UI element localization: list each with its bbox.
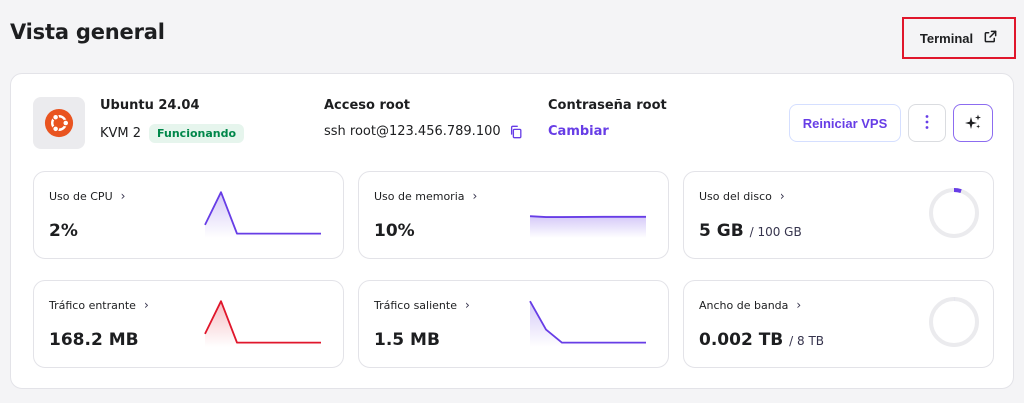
kebab-menu-icon: [925, 114, 929, 133]
ai-assistant-button[interactable]: [953, 104, 993, 142]
root-password-label: Contraseña root: [548, 98, 667, 113]
copy-icon[interactable]: [509, 125, 523, 139]
bandwidth-value-row: 0.002 TB / 8 TB: [699, 330, 824, 350]
plan-name: KVM 2: [100, 126, 142, 141]
sparkline-area: [530, 216, 646, 238]
status-badge: Funcionando: [149, 124, 245, 143]
root-access-label: Acceso root: [324, 98, 410, 113]
inbound-sparkline: [204, 300, 321, 347]
external-link-icon: [983, 29, 998, 47]
change-password-link[interactable]: Cambiar: [548, 124, 609, 139]
chevron-right-icon: ›: [779, 189, 785, 203]
memory-usage-label: Uso de memoria: [374, 189, 465, 203]
bandwidth-card[interactable]: Ancho de banda › 0.002 TB / 8 TB: [683, 280, 994, 368]
chevron-right-icon: ›: [472, 189, 478, 203]
inbound-traffic-card[interactable]: Tráfico entrante › 168.2 MB: [33, 280, 344, 368]
inbound-traffic-label-row: Tráfico entrante ›: [49, 298, 149, 312]
disk-usage-label: Uso del disco: [699, 189, 772, 203]
sparkles-icon: [964, 113, 982, 134]
bandwidth-ring: [929, 297, 979, 347]
chevron-right-icon: ›: [143, 298, 149, 312]
server-overview-card: Ubuntu 24.04 KVM 2 Funcionando Acceso ro…: [10, 73, 1014, 389]
outbound-sparkline: [529, 300, 646, 347]
outbound-traffic-card[interactable]: Tráfico saliente › 1.5 MB: [358, 280, 669, 368]
root-access-row: ssh root@123.456.789.100: [324, 124, 523, 139]
root-access-value: ssh root@123.456.789.100: [324, 124, 501, 139]
plan-row: KVM 2 Funcionando: [100, 124, 245, 143]
memory-sparkline: [529, 215, 646, 238]
disk-usage-card[interactable]: Uso del disco › 5 GB / 100 GB: [683, 171, 994, 259]
chevron-right-icon: ›: [796, 298, 802, 312]
outbound-traffic-label: Tráfico saliente: [374, 298, 457, 312]
disk-usage-ring: [929, 188, 979, 238]
inbound-traffic-value: 168.2 MB: [49, 330, 139, 350]
inbound-traffic-label: Tráfico entrante: [49, 298, 136, 312]
memory-usage-label-row: Uso de memoria ›: [374, 189, 477, 203]
terminal-label: Terminal: [919, 30, 974, 46]
cpu-usage-value: 2%: [49, 221, 78, 241]
outbound-traffic-value: 1.5 MB: [374, 330, 440, 350]
cpu-usage-card[interactable]: Uso de CPU › 2%: [33, 171, 344, 259]
bandwidth-label: Ancho de banda: [699, 298, 789, 312]
sparkline-area: [205, 192, 321, 238]
terminal-button[interactable]: Terminal: [902, 17, 1016, 59]
more-options-button[interactable]: [908, 104, 946, 142]
ubuntu-logo: [33, 97, 85, 149]
cpu-sparkline: [204, 191, 321, 238]
sparkline-area: [530, 301, 646, 347]
memory-usage-card[interactable]: Uso de memoria › 10%: [358, 171, 669, 259]
chevron-right-icon: ›: [120, 189, 126, 203]
restart-vps-button[interactable]: Reiniciar VPS: [789, 104, 901, 142]
cpu-usage-label-row: Uso de CPU ›: [49, 189, 125, 203]
bandwidth-total: / 8 TB: [789, 334, 825, 348]
disk-usage-label-row: Uso del disco ›: [699, 189, 785, 203]
cpu-usage-label: Uso de CPU: [49, 189, 113, 203]
outbound-traffic-label-row: Tráfico saliente ›: [374, 298, 470, 312]
ring-track: [929, 188, 979, 238]
disk-usage-value: 5 GB: [699, 221, 744, 241]
sparkline-line: [529, 215, 646, 218]
disk-usage-total: / 100 GB: [749, 225, 802, 239]
bandwidth-label-row: Ancho de banda ›: [699, 298, 801, 312]
page-title: Vista general: [10, 20, 165, 44]
os-name: Ubuntu 24.04: [100, 98, 200, 113]
ring-track: [929, 297, 979, 347]
sparkline-area: [205, 301, 321, 347]
bandwidth-value: 0.002 TB: [699, 330, 784, 350]
chevron-right-icon: ›: [464, 298, 470, 312]
disk-usage-value-row: 5 GB / 100 GB: [699, 221, 802, 241]
memory-usage-value: 10%: [374, 221, 415, 241]
